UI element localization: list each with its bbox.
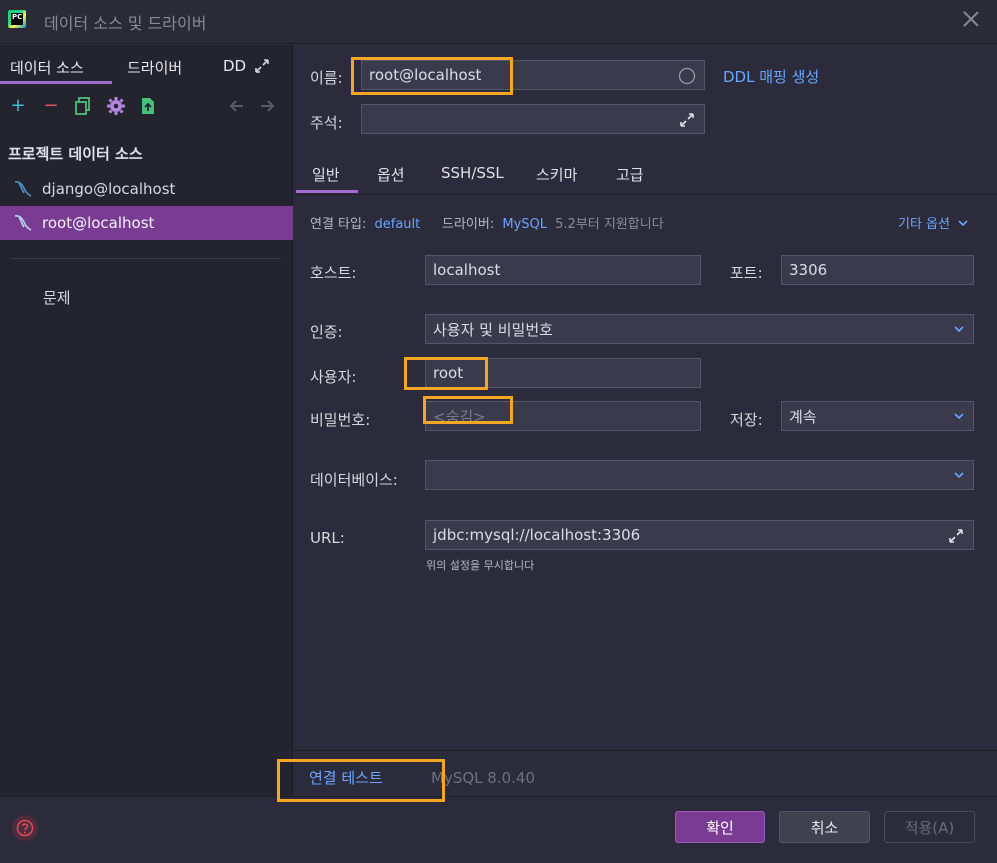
save-value: 계속 [789,407,817,426]
expand-icon[interactable] [678,111,696,129]
database-select[interactable] [425,460,974,490]
driver-row: 드라이버: MySQL 5.2부터 지원합니다 [442,213,664,232]
data-source-item-django[interactable]: django@localhost [0,172,293,206]
import-icon[interactable] [137,95,159,117]
data-source-label: django@localhost [42,180,176,198]
tab-advanced[interactable]: 고급 [616,164,644,185]
connection-test-bar: 연결 테스트 MySQL 8.0.40 [294,750,997,796]
title-bar: PC 데이터 소스 및 드라이버 [0,0,997,44]
expand-icon[interactable] [947,527,965,545]
mysql-dolphin-icon [14,181,32,197]
password-input[interactable]: <숨김> [425,401,701,431]
auth-select[interactable]: 사용자 및 비밀번호 [425,314,974,344]
question-mark-glyph [16,819,34,837]
more-options-link[interactable]: 기타 옵션 [898,213,968,232]
mysql-dolphin-icon [14,215,32,231]
name-input[interactable]: root@localhost [361,60,705,90]
close-icon[interactable] [962,10,980,28]
forward-arrow-icon[interactable] [256,95,278,117]
chevron-down-icon [954,472,964,479]
data-source-label: root@localhost [42,214,155,232]
auth-label: 인증: [310,323,343,341]
url-note: 위의 설정을 무시합니다 [426,559,535,572]
test-connection-link[interactable]: 연결 테스트 [309,767,383,788]
expand-icon[interactable] [253,57,271,75]
comment-input[interactable] [361,104,705,134]
server-version: MySQL 8.0.40 [431,769,535,787]
driver-note: 5.2부터 지원합니다 [555,217,664,232]
save-label: 저장: [730,411,763,429]
sidebar: 데이터 소스 드라이버 DD + − 프로젝트 데이터 소스 django@lo… [0,45,293,796]
help-icon[interactable] [12,815,38,841]
pycharm-app-icon: PC [8,10,26,28]
tab-data-sources[interactable]: 데이터 소스 [10,57,84,78]
data-source-item-root[interactable]: root@localhost [0,206,293,240]
cancel-button[interactable]: 취소 [779,811,870,843]
chevron-down-icon [954,326,964,333]
driver-label: 드라이버: [442,217,495,232]
database-label: 데이터베이스: [310,471,398,489]
sidebar-toolbar: + − [0,95,293,119]
connection-type-link[interactable]: default [375,217,421,232]
problems-label[interactable]: 문제 [43,287,71,308]
apply-button[interactable]: 적용(A) [884,811,975,843]
tab-drivers[interactable]: 드라이버 [127,57,182,78]
tab-ddl-mappings[interactable]: DD [223,57,246,75]
auth-value: 사용자 및 비밀번호 [433,320,553,339]
host-input[interactable]: localhost [425,255,701,285]
host-label: 호스트: [310,264,357,282]
connection-type-label: 연결 타입: [310,217,367,232]
duplicate-icon[interactable] [72,95,94,117]
active-tab-indicator [0,81,112,84]
tab-options[interactable]: 옵션 [377,164,405,185]
url-input[interactable]: jdbc:mysql://localhost:3306 [425,520,974,550]
more-options-label: 기타 옵션 [898,217,950,232]
comment-label: 주석: [310,114,343,132]
save-select[interactable]: 계속 [781,401,974,431]
dialog-footer: 확인 취소 적용(A) [0,796,997,863]
chevron-down-icon [954,413,964,420]
add-icon[interactable]: + [7,95,29,117]
tab-general[interactable]: 일반 [312,164,340,185]
project-data-sources-header: 프로젝트 데이터 소스 [8,145,143,163]
port-input[interactable]: 3306 [781,255,974,285]
window-title: 데이터 소스 및 드라이버 [44,14,207,33]
user-label: 사용자: [310,368,357,386]
sidebar-tabs: 데이터 소스 드라이버 DD [0,45,293,85]
name-label: 이름: [310,69,343,87]
active-tab-indicator [296,190,358,193]
tab-schemas[interactable]: 스키마 [536,164,577,185]
back-arrow-icon[interactable] [226,95,248,117]
tab-ssh-ssl[interactable]: SSH/SSL [441,164,504,182]
name-value: root@localhost [369,66,482,84]
sidebar-divider [10,258,281,259]
user-input[interactable]: root [425,358,701,388]
password-label: 비밀번호: [310,411,371,429]
settings-tabs: 일반 옵션 SSH/SSL 스키마 고급 [294,159,997,195]
chevron-down-icon [958,220,968,227]
gear-icon[interactable] [105,95,127,117]
main-panel: 이름: root@localhost DDL 매핑 생성 주석: 일반 옵션 S… [294,45,997,796]
ok-button[interactable]: 확인 [675,811,765,843]
ddl-mapping-link[interactable]: DDL 매핑 생성 [723,66,819,87]
port-label: 포트: [730,264,763,282]
remove-icon[interactable]: − [40,95,62,117]
driver-link[interactable]: MySQL [502,217,547,232]
color-picker-icon[interactable] [678,67,696,85]
url-label: URL: [310,529,345,547]
connection-type-row: 연결 타입: default [310,213,420,232]
url-value: jdbc:mysql://localhost:3306 [433,526,641,544]
